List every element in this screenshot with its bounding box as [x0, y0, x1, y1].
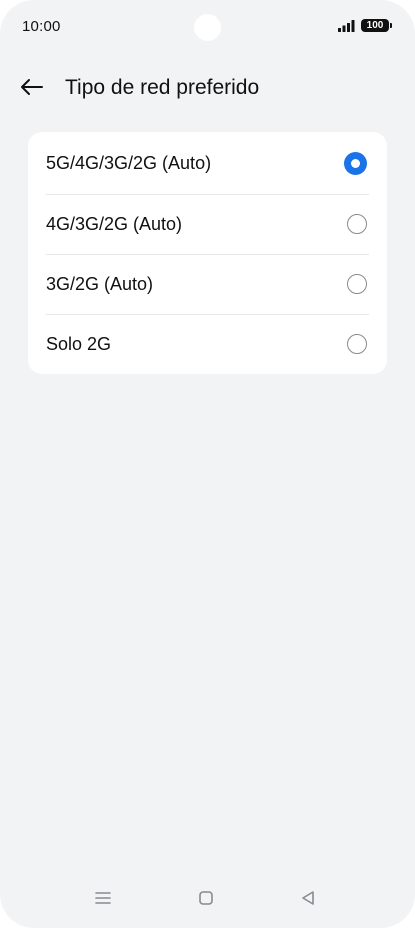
phone-screen: 10:00 100 Tipo de red preferido 5G/4G/3G…	[0, 0, 415, 928]
option-3g-2g[interactable]: 3G/2G (Auto)	[28, 254, 387, 314]
home-button[interactable]	[194, 888, 218, 912]
option-label: 5G/4G/3G/2G (Auto)	[46, 152, 212, 173]
home-square-icon	[198, 890, 214, 911]
option-4g-3g-2g[interactable]: 4G/3G/2G (Auto)	[28, 194, 387, 254]
navigation-bar	[0, 872, 415, 928]
option-label: 4G/3G/2G (Auto)	[46, 213, 183, 234]
status-time: 10:00	[22, 18, 61, 35]
signal-icon	[338, 19, 355, 32]
radio-unselected-icon[interactable]	[347, 274, 367, 294]
app-bar: Tipo de red preferido	[0, 66, 415, 112]
menu-icon	[95, 891, 111, 910]
option-label: 3G/2G (Auto)	[46, 273, 154, 294]
option-solo-2g[interactable]: Solo 2G	[28, 314, 387, 374]
system-back-button[interactable]	[296, 888, 320, 912]
option-5g-4g-3g-2g[interactable]: 5G/4G/3G/2G (Auto)	[28, 132, 387, 194]
radio-selected-icon[interactable]	[344, 151, 367, 175]
camera-cutout	[194, 14, 221, 41]
status-bar: 10:00 100	[0, 0, 415, 54]
back-button[interactable]	[16, 74, 48, 104]
option-label: Solo 2G	[46, 333, 112, 354]
page-title: Tipo de red preferido	[65, 76, 260, 99]
arrow-left-icon	[20, 78, 44, 101]
radio-unselected-icon[interactable]	[347, 334, 367, 354]
status-icons: 100	[338, 19, 392, 32]
network-type-options: 5G/4G/3G/2G (Auto) 4G/3G/2G (Auto) 3G/2G…	[28, 132, 387, 374]
back-triangle-icon	[300, 890, 316, 911]
battery-icon: 100	[361, 19, 392, 32]
radio-unselected-icon[interactable]	[347, 214, 367, 234]
recent-apps-button[interactable]	[91, 888, 115, 912]
